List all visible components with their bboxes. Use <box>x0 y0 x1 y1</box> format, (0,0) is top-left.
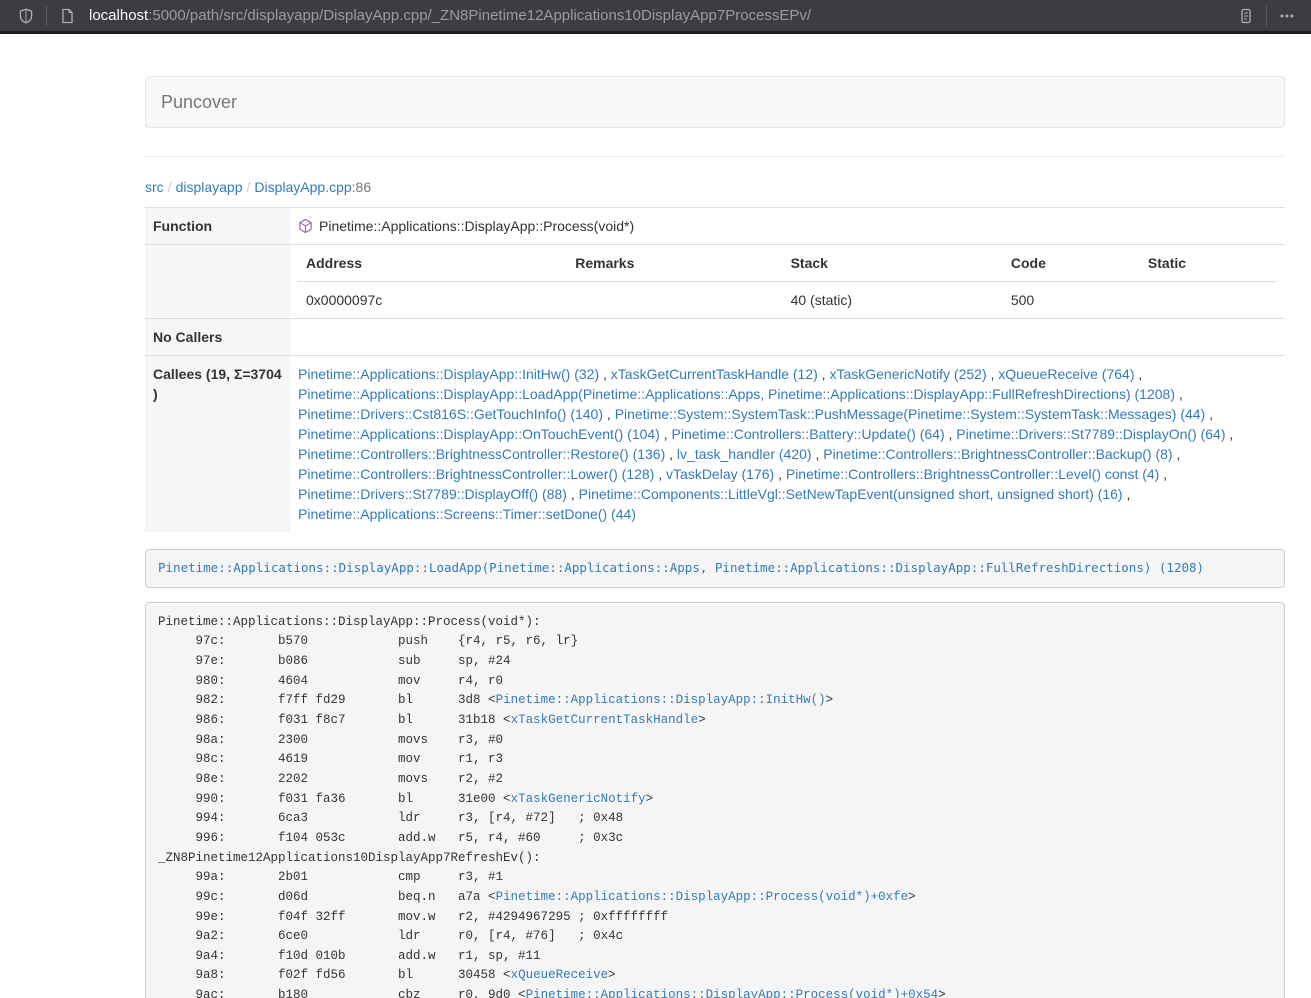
remarks-value <box>567 282 782 319</box>
no-callers-label: No Callers <box>145 319 290 356</box>
function-name: Pinetime::Applications::DisplayApp::Proc… <box>319 216 634 236</box>
callee-link[interactable]: Pinetime::Controllers::BrightnessControl… <box>298 466 654 482</box>
breadcrumb-separator: / <box>164 179 176 195</box>
callee-link[interactable]: xTaskGenericNotify (252) <box>829 366 986 382</box>
callee-link[interactable]: xQueueReceive (764) <box>998 366 1134 382</box>
breadcrumb: src/displayapp/DisplayApp.cpp:86 <box>145 179 1285 195</box>
table-row: No Callers <box>145 319 1285 356</box>
url-host: localhost <box>89 7 148 24</box>
column-header-code: Code <box>1003 245 1140 282</box>
callee-link[interactable]: Pinetime::Controllers::Battery::Update()… <box>672 426 945 442</box>
breadcrumb-link-src[interactable]: src <box>145 179 164 195</box>
function-cube-icon <box>298 218 313 234</box>
breadcrumb-link-file[interactable]: DisplayApp.cpp <box>254 179 351 195</box>
asm-symbol-link[interactable]: xTaskGetCurrentTaskHandle <box>511 713 699 727</box>
callee-link[interactable]: Pinetime::Applications::Screens::Timer::… <box>298 506 636 522</box>
navbar: Puncover <box>145 76 1285 128</box>
asm-symbol-link[interactable]: Pinetime::Applications::DisplayApp::Init… <box>496 693 826 707</box>
column-header-address: Address <box>298 245 567 282</box>
callee-link[interactable]: Pinetime::Drivers::Cst816S::GetTouchInfo… <box>298 406 603 422</box>
address-table: Address Remarks Stack Code Static 0x0000… <box>298 245 1277 318</box>
static-value <box>1140 282 1277 319</box>
callee-link[interactable]: Pinetime::Applications::DisplayApp::Init… <box>298 366 599 382</box>
breadcrumb-line-number: :86 <box>352 179 371 195</box>
column-header-static: Static <box>1140 245 1277 282</box>
shield-icon[interactable] <box>12 3 40 29</box>
browser-url-bar[interactable]: localhost:5000/path/src/displayapp/Displ… <box>0 0 1311 34</box>
chrome-separator <box>1266 6 1267 26</box>
page-icon[interactable] <box>53 3 81 29</box>
asm-symbol-link[interactable]: Pinetime::Applications::DisplayApp::Proc… <box>496 890 909 904</box>
menu-dots-icon[interactable] <box>1273 3 1301 29</box>
address-value: 0x0000097c <box>298 282 567 319</box>
code-size-value: 500 <box>1003 282 1140 319</box>
callee-link[interactable]: xTaskGetCurrentTaskHandle (12) <box>611 366 818 382</box>
chrome-separator <box>46 6 47 26</box>
callee-link[interactable]: Pinetime::Applications::DisplayApp::Load… <box>298 386 1175 402</box>
empty-row-header <box>145 245 290 319</box>
url-text[interactable]: localhost:5000/path/src/displayapp/Displ… <box>89 7 1232 24</box>
function-row-label: Function <box>145 208 290 245</box>
callee-link[interactable]: Pinetime::Applications::DisplayApp::OnTo… <box>298 426 660 442</box>
page-container: Puncover src/displayapp/DisplayApp.cpp:8… <box>145 34 1285 998</box>
asm-symbol-link[interactable]: xTaskGenericNotify <box>511 792 646 806</box>
no-callers-cell <box>290 319 1285 356</box>
function-info-table: Function Pinetime::Applications::Display… <box>145 207 1285 532</box>
callee-link[interactable]: Pinetime::System::SystemTask::PushMessag… <box>615 406 1206 422</box>
stack-value: 40 (static) <box>783 282 1003 319</box>
breadcrumb-link-displayapp[interactable]: displayapp <box>176 179 243 195</box>
brand-link[interactable]: Puncover <box>146 77 252 127</box>
assembly-code: Pinetime::Applications::DisplayApp::Proc… <box>158 615 946 998</box>
callee-link[interactable]: lv_task_handler (420) <box>677 446 812 462</box>
callee-link[interactable]: Pinetime::Controllers::BrightnessControl… <box>786 466 1159 482</box>
breadcrumb-separator: / <box>243 179 255 195</box>
asm-symbol-link[interactable]: Pinetime::Applications::DisplayApp::Proc… <box>526 988 939 998</box>
asm-symbol-link[interactable]: xQueueReceive <box>511 968 609 982</box>
callees-label: Callees (19, Σ=3704 ) <box>145 356 290 533</box>
load-app-symbol-link[interactable]: Pinetime::Applications::DisplayApp::Load… <box>158 560 1204 575</box>
url-path: :5000/path/src/displayapp/DisplayApp.cpp… <box>148 7 811 24</box>
table-row: Callees (19, Σ=3704 ) Pinetime::Applicat… <box>145 356 1285 533</box>
callee-link[interactable]: Pinetime::Drivers::St7789::DisplayOn() (… <box>956 426 1225 442</box>
callee-link[interactable]: Pinetime::Drivers::St7789::DisplayOff() … <box>298 486 567 502</box>
column-header-stack: Stack <box>783 245 1003 282</box>
column-header-remarks: Remarks <box>567 245 782 282</box>
callee-link[interactable]: Pinetime::Controllers::BrightnessControl… <box>823 446 1172 462</box>
table-row: 0x0000097c 40 (static) 500 <box>298 282 1277 319</box>
divider <box>145 156 1285 157</box>
disassembly-box: Pinetime::Applications::DisplayApp::Proc… <box>145 602 1285 998</box>
callee-link[interactable]: Pinetime::Controllers::BrightnessControl… <box>298 446 665 462</box>
callees-list: Pinetime::Applications::DisplayApp::Init… <box>290 356 1285 533</box>
callee-link[interactable]: Pinetime::Components::LittleVgl::SetNewT… <box>579 486 1123 502</box>
callee-link[interactable]: vTaskDelay (176) <box>666 466 774 482</box>
table-row: Function Pinetime::Applications::Display… <box>145 208 1285 245</box>
reader-view-icon[interactable] <box>1232 3 1260 29</box>
table-row: Address Remarks Stack Code Static 0x0000… <box>145 245 1285 319</box>
load-app-symbol-box: Pinetime::Applications::DisplayApp::Load… <box>145 549 1285 588</box>
